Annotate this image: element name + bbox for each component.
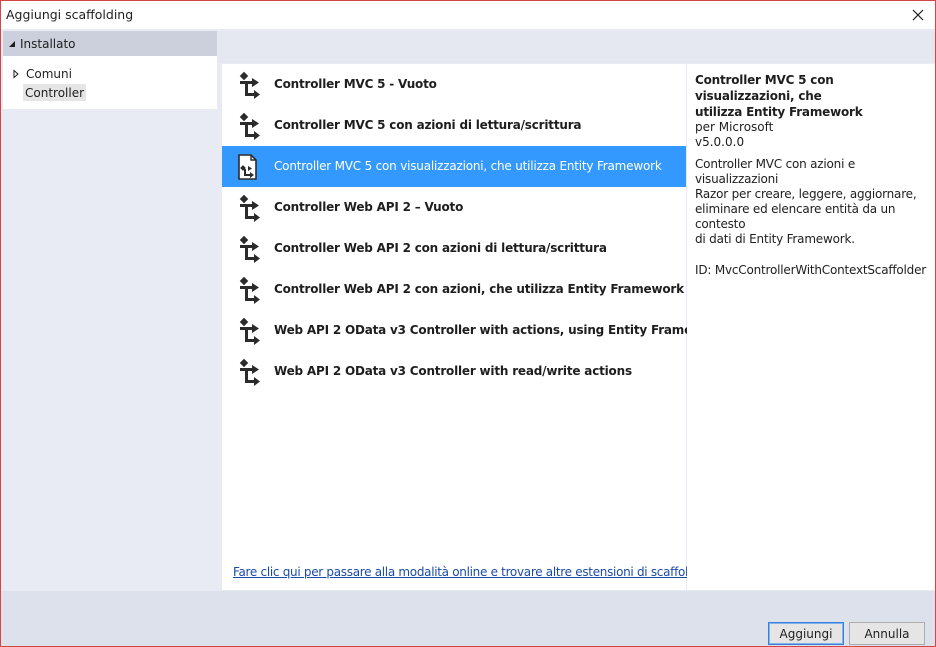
tree-item-controller[interactable]: Controller bbox=[23, 84, 87, 101]
window-title: Aggiungi scaffolding bbox=[6, 7, 134, 22]
description-body-line: di dati di Entity Framework. bbox=[695, 232, 855, 246]
description-version: v5.0.0.0 bbox=[695, 135, 745, 149]
dialog-footer: Aggiungi Annulla bbox=[1, 591, 935, 646]
list-item[interactable]: Controller Web API 2 con azioni di lettu… bbox=[222, 228, 686, 269]
controller-icon bbox=[239, 276, 260, 304]
tree-item-comuni[interactable]: Comuni bbox=[11, 65, 72, 83]
controller-icon bbox=[239, 112, 260, 140]
tree-header-label: Installato bbox=[20, 36, 76, 51]
list-item-label: Controller Web API 2 con azioni di lettu… bbox=[274, 241, 607, 255]
description-title: Controller MVC 5 con visualizzazioni, ch… bbox=[695, 72, 927, 120]
tree-item-label: Comuni bbox=[26, 67, 72, 81]
add-button[interactable]: Aggiungi bbox=[768, 622, 844, 645]
scaffold-list: Controller MVC 5 - Vuoto Controller MVC … bbox=[222, 64, 725, 590]
expand-arrow-icon[interactable] bbox=[11, 69, 21, 79]
list-item-label: Controller MVC 5 con visualizzazioni, ch… bbox=[274, 159, 662, 173]
list-item[interactable]: Web API 2 OData v3 Controller with actio… bbox=[222, 310, 725, 351]
description-panel: Controller MVC 5 con visualizzazioni, ch… bbox=[687, 64, 935, 590]
description-id: ID: MvcControllerWithContextScaffolder bbox=[695, 263, 926, 277]
description-body-line: Controller MVC con azioni e visualizzazi… bbox=[695, 157, 856, 186]
controller-icon bbox=[239, 358, 260, 386]
list-item[interactable]: Controller Web API 2 con azioni, che uti… bbox=[222, 269, 686, 310]
list-item[interactable]: Controller MVC 5 - Vuoto bbox=[222, 64, 686, 105]
description-publisher: per Microsoft bbox=[695, 120, 774, 134]
list-item[interactable]: Controller Web API 2 – Vuoto bbox=[222, 187, 686, 228]
list-item-label: Controller MVC 5 con azioni di lettura/s… bbox=[274, 118, 582, 132]
list-item[interactable]: Web API 2 OData v3 Controller with read/… bbox=[222, 351, 686, 392]
cancel-button[interactable]: Annulla bbox=[849, 622, 925, 645]
list-item[interactable]: Controller MVC 5 con azioni di lettura/s… bbox=[222, 105, 686, 146]
close-button[interactable] bbox=[907, 4, 929, 26]
controller-icon bbox=[239, 317, 260, 345]
tree-item-label: Controller bbox=[25, 85, 85, 100]
category-tree: Installato Comuni Controller bbox=[3, 31, 217, 109]
online-extensions-link[interactable]: Fare clic qui per passare alla modalità … bbox=[233, 565, 717, 579]
title-bar: Aggiungi scaffolding bbox=[1, 1, 935, 29]
description-body-line: eliminare ed elencare entità da un conte… bbox=[695, 202, 896, 231]
list-item-label: Controller Web API 2 con azioni, che uti… bbox=[274, 282, 684, 296]
list-item-label: Web API 2 OData v3 Controller with actio… bbox=[274, 323, 725, 337]
description-body: Controller MVC con azioni e visualizzazi… bbox=[695, 157, 927, 247]
header-band bbox=[217, 31, 935, 63]
list-item-label: Controller MVC 5 - Vuoto bbox=[274, 77, 437, 91]
description-title-line: utilizza Entity Framework bbox=[695, 105, 863, 119]
controller-icon bbox=[239, 235, 260, 263]
description-body-line: Razor per creare, leggere, aggiornare, bbox=[695, 187, 917, 201]
tree-header-installed[interactable]: Installato bbox=[3, 31, 217, 56]
list-item-label: Web API 2 OData v3 Controller with read/… bbox=[274, 364, 632, 378]
controller-icon bbox=[239, 71, 260, 99]
scaffolding-dialog: Aggiungi scaffolding Installato Comuni C… bbox=[0, 0, 936, 647]
list-item-selected[interactable]: Controller MVC 5 con visualizzazioni, ch… bbox=[222, 146, 686, 187]
close-icon bbox=[912, 9, 924, 21]
controller-icon bbox=[239, 194, 260, 222]
list-item-label: Controller Web API 2 – Vuoto bbox=[274, 200, 464, 214]
collapse-arrow-icon bbox=[9, 40, 15, 47]
description-title-line: Controller MVC 5 con visualizzazioni, ch… bbox=[695, 73, 834, 103]
controller-views-icon bbox=[238, 154, 257, 180]
